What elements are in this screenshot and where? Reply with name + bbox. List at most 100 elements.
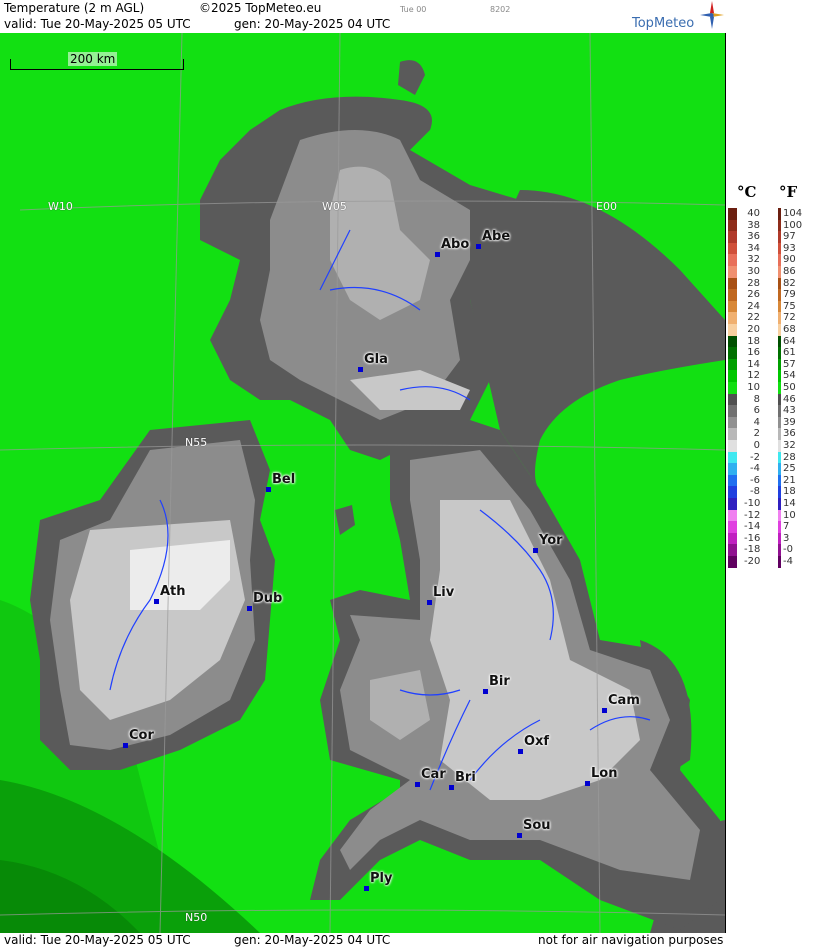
- legend-celsius-value: -12: [744, 509, 761, 521]
- legend-swatch: [728, 231, 737, 243]
- legend-fahrenheit-value: 97: [783, 231, 796, 243]
- legend-swatch-f: [778, 544, 781, 556]
- legend-swatch: [728, 324, 737, 336]
- legend-swatch: [728, 242, 737, 255]
- legend-celsius-value: -10: [744, 498, 761, 509]
- temperature-legend: °C °F 40 104 38 100 36 97 34 93 32 90 30 86 28 82 26 79…: [726, 0, 816, 947]
- legend-fahrenheit-value: 36: [783, 428, 796, 440]
- legend-row: -6 21: [726, 474, 816, 487]
- legend-swatch: [728, 556, 737, 568]
- legend-fahrenheit-value: 39: [783, 416, 796, 428]
- legend-swatch: [728, 474, 737, 487]
- legend-fahrenheit-value: 28: [783, 451, 796, 463]
- legend-fahrenheit-value: 18: [783, 486, 796, 498]
- legend-row: 12 54: [726, 370, 816, 382]
- legend-row: 40 104: [726, 208, 816, 220]
- legend-swatch-f: [778, 289, 781, 301]
- legend-celsius-value: 22: [747, 312, 760, 324]
- legend-row: 2 36: [726, 428, 816, 440]
- legend-row: -10 14: [726, 498, 816, 510]
- legend-celsius-value: 28: [747, 277, 760, 289]
- legend-celsius-value: -16: [744, 532, 761, 544]
- legend-swatch-f: [778, 509, 781, 522]
- legend-row: 32 90: [726, 254, 816, 266]
- legend-fahrenheit-value: 25: [783, 463, 796, 475]
- valid-time: valid: Tue 20-May-2025 05 UTC: [4, 17, 191, 31]
- legend-celsius-value: 12: [747, 370, 760, 382]
- legend-fahrenheit-value: 54: [783, 370, 796, 382]
- temperature-map[interactable]: 200 km W10 W05 E00 N55 N50 Abo Abe Gla B…: [0, 33, 726, 933]
- legend-fahrenheit-value: 72: [783, 312, 796, 324]
- legend-fahrenheit-value: 14: [783, 498, 796, 509]
- legend-fahrenheit-value: 32: [783, 440, 796, 451]
- legend-fahrenheit-value: 86: [783, 266, 796, 277]
- legend-celsius-value: -4: [750, 463, 760, 475]
- legend-swatch-f: [778, 300, 781, 313]
- legend-row: 0 32: [726, 440, 816, 452]
- legend-fahrenheit-value: 50: [783, 382, 796, 393]
- legend-fahrenheit-value: 93: [783, 242, 796, 254]
- legend-celsius-value: 26: [747, 289, 760, 301]
- legend-swatch: [728, 370, 737, 382]
- grid-label-n55: N55: [185, 436, 208, 449]
- legend-row: 20 68: [726, 324, 816, 336]
- legend-swatch: [728, 312, 737, 324]
- legend-swatch: [728, 254, 737, 266]
- legend-fahrenheit-value: 3: [783, 532, 790, 544]
- legend-swatch-f: [778, 208, 781, 220]
- legend-celsius-value: 24: [747, 300, 760, 312]
- legend-swatch: [728, 405, 737, 417]
- legend-fahrenheit-value: 46: [783, 393, 796, 405]
- grid-label-w05: W05: [322, 200, 347, 213]
- legend-fahrenheit-value: -0: [783, 544, 793, 556]
- legend-row: -2 28: [726, 451, 816, 464]
- legend-swatch-f: [778, 556, 781, 568]
- legend-celsius-value: 4: [753, 416, 760, 428]
- legend-swatch: [728, 382, 737, 394]
- legend-swatch-f: [778, 254, 781, 266]
- legend-swatch-f: [778, 277, 781, 290]
- scale-bar-label: 200 km: [68, 52, 118, 66]
- legend-row: -8 18: [726, 486, 816, 498]
- legend-celsius-value: 36: [747, 231, 760, 243]
- legend-celsius-value: 32: [747, 254, 760, 266]
- map-canvas: [0, 33, 725, 933]
- grid-label-w10: W10: [48, 200, 73, 213]
- legend-swatch: [728, 428, 737, 440]
- legend-row: 38 100: [726, 219, 816, 232]
- legend-swatch: [728, 440, 737, 452]
- legend-row: -18 -0: [726, 544, 816, 556]
- legend-row: -14 7: [726, 521, 816, 533]
- legend-swatch-f: [778, 498, 781, 510]
- legend-swatch-f: [778, 393, 781, 406]
- legend-fahrenheit-value: 79: [783, 289, 796, 301]
- legend-swatch-f: [778, 231, 781, 243]
- run-label: Tue 00: [400, 5, 427, 14]
- legend-swatch: [728, 486, 737, 498]
- map-footer: valid: Tue 20-May-2025 05 UTC gen: 20-Ma…: [0, 933, 726, 947]
- legend-swatch: [728, 451, 737, 464]
- logo-text: TopMeteo: [632, 16, 695, 31]
- legend-celsius-value: 14: [747, 358, 760, 370]
- legend-celsius-value: 10: [747, 382, 760, 393]
- legend-fahrenheit-value: 104: [783, 208, 803, 219]
- legend-swatch: [728, 358, 737, 371]
- legend-swatch-f: [778, 440, 781, 452]
- legend-fahrenheit-value: 21: [783, 474, 796, 486]
- legend-celsius-value: 34: [747, 242, 760, 254]
- legend-row: 18 64: [726, 335, 816, 348]
- legend-swatch-f: [778, 219, 781, 232]
- legend-row: 10 50: [726, 382, 816, 394]
- legend-celsius-value: -2: [750, 451, 760, 463]
- legend-swatch: [728, 219, 737, 232]
- legend-swatch: [728, 521, 737, 533]
- legend-celsius-value: 30: [747, 266, 760, 277]
- footer-valid-time: valid: Tue 20-May-2025 05 UTC: [4, 933, 191, 947]
- map-header: Temperature (2 m AGL) ©2025 TopMeteo.eu …: [0, 0, 726, 34]
- legend-row: -16 3: [726, 532, 816, 545]
- compass-logo-icon: [700, 1, 724, 32]
- legend-swatch: [728, 289, 737, 301]
- legend-row: -4 25: [726, 463, 816, 475]
- legend-swatch: [728, 266, 737, 278]
- legend-celsius-value: -20: [744, 556, 761, 567]
